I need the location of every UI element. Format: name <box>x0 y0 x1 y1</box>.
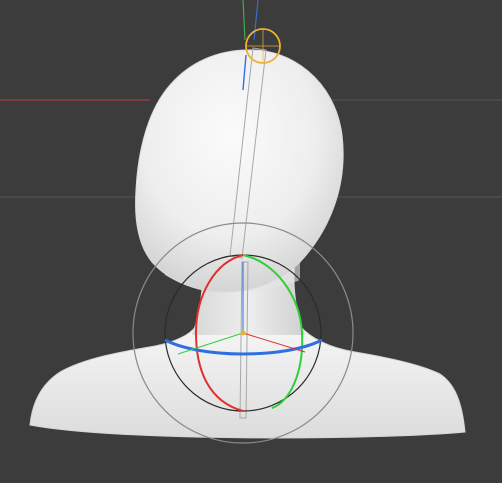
world-y-axis-line <box>242 0 246 41</box>
mannequin-model[interactable] <box>29 49 466 439</box>
world-z-axis-line <box>253 0 259 41</box>
3d-viewport[interactable] <box>0 0 502 483</box>
head-joint-marker[interactable] <box>245 28 281 64</box>
gizmo-center <box>240 330 246 336</box>
viewport-canvas[interactable] <box>0 0 502 483</box>
torso-shoulders <box>29 325 466 439</box>
